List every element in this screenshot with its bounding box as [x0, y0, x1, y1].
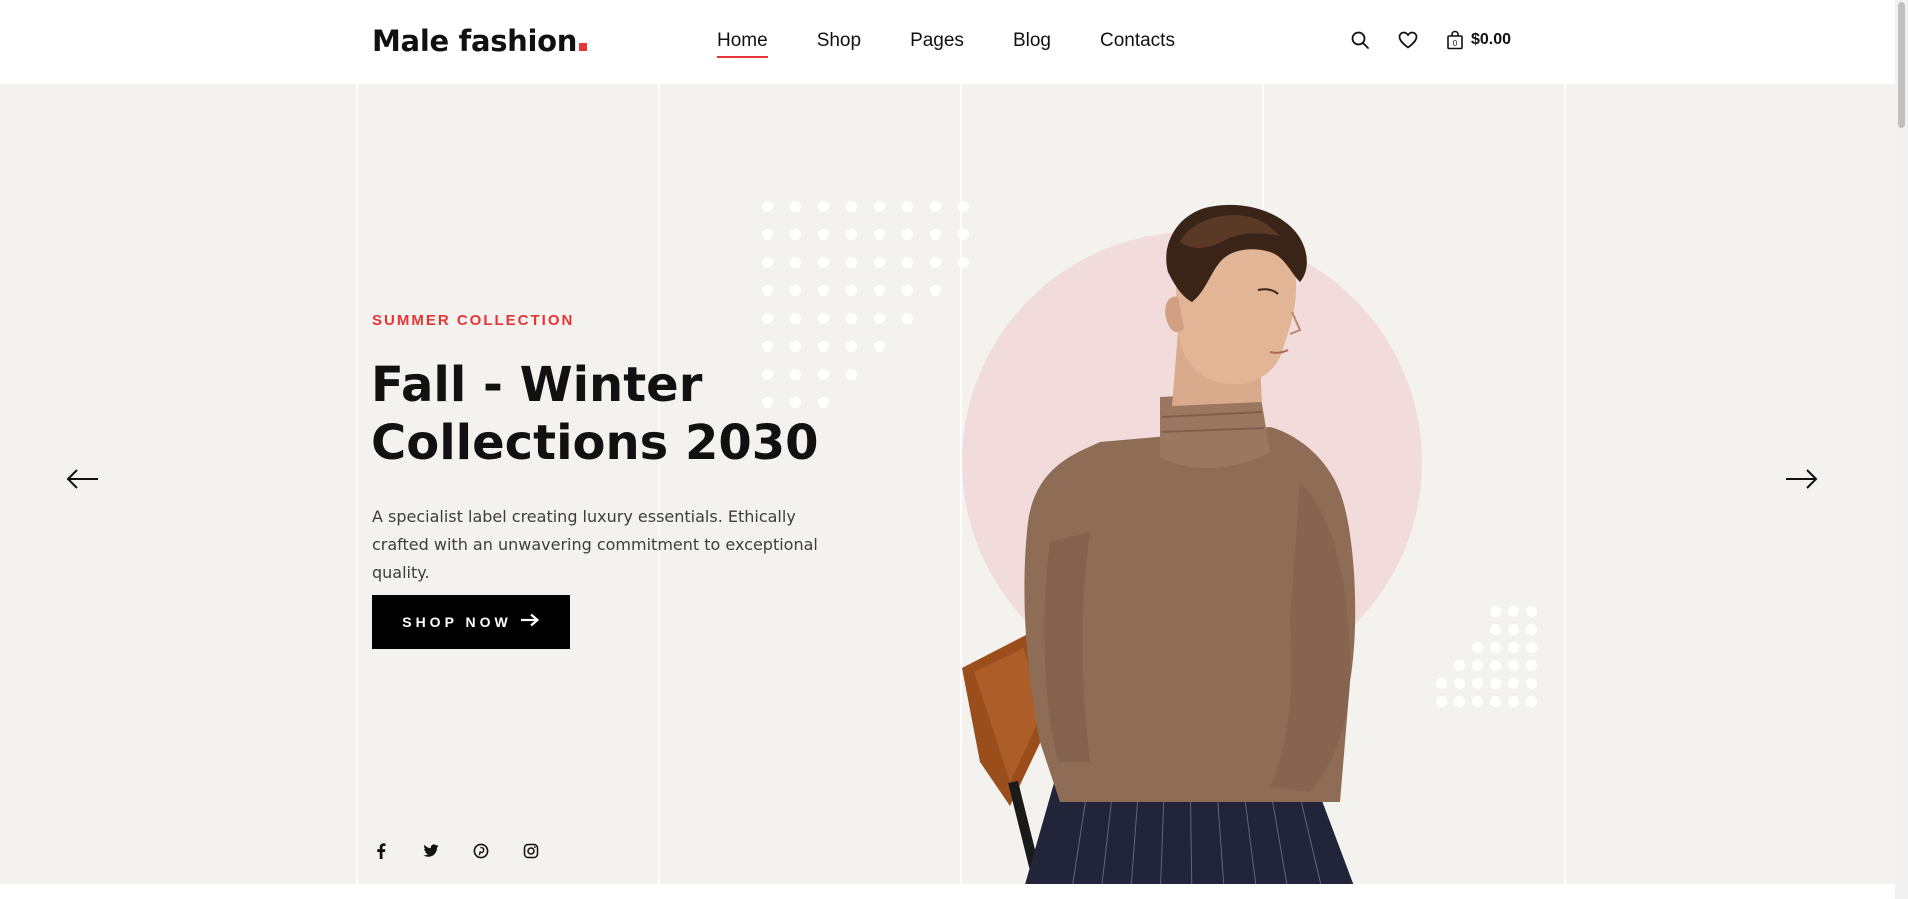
decorative-dot	[902, 285, 913, 296]
grid-line	[1564, 84, 1566, 884]
nav-item-pages[interactable]: Pages	[910, 30, 964, 58]
hero-slider: SUMMER COLLECTION Fall - Winter Collecti…	[0, 84, 1895, 884]
decorative-dot	[902, 229, 913, 240]
decorative-dot	[818, 341, 829, 352]
nav-item-blog[interactable]: Blog	[1013, 30, 1051, 58]
decorative-dot	[762, 201, 773, 212]
decorative-dot	[818, 257, 829, 268]
decorative-dot	[790, 229, 801, 240]
page-scrollbar[interactable]	[1895, 0, 1908, 899]
decorative-dot	[874, 201, 885, 212]
decorative-dot	[818, 201, 829, 212]
decorative-dot	[902, 313, 913, 324]
decorative-dot	[1526, 624, 1537, 635]
decorative-dot	[1526, 606, 1537, 617]
main-nav: Home Shop Pages Blog Contacts	[717, 30, 1224, 58]
decorative-dot	[1526, 660, 1537, 671]
decorative-dot	[874, 285, 885, 296]
nav-item-contacts[interactable]: Contacts	[1100, 30, 1175, 58]
decorative-dot	[818, 313, 829, 324]
instagram-icon[interactable]	[522, 842, 540, 860]
pinterest-icon[interactable]	[472, 842, 490, 860]
header-actions: 0 $0.00	[1349, 29, 1511, 51]
shop-now-label: SHOP NOW	[402, 614, 512, 630]
decorative-dot	[762, 229, 773, 240]
nav-item-shop[interactable]: Shop	[817, 30, 861, 58]
decorative-dot	[790, 201, 801, 212]
grid-line	[356, 84, 358, 884]
slider-next-arrow-icon[interactable]	[1784, 468, 1818, 490]
decorative-dot	[902, 257, 913, 268]
decorative-dot	[846, 229, 857, 240]
svg-text:0: 0	[1453, 39, 1458, 48]
site-header: Male fashion Home Shop Pages Blog Contac…	[0, 0, 1895, 84]
decorative-dot	[790, 313, 801, 324]
decorative-dot	[846, 369, 857, 380]
decorative-dot	[762, 285, 773, 296]
cart-button[interactable]: 0 $0.00	[1444, 29, 1511, 51]
logo-text: Male fashion	[372, 24, 578, 58]
decorative-dot	[874, 229, 885, 240]
decorative-dot	[818, 285, 829, 296]
social-links	[372, 842, 572, 860]
cart-total: $0.00	[1471, 31, 1512, 48]
decorative-dot	[846, 257, 857, 268]
decorative-dot	[874, 313, 885, 324]
scrollbar-thumb[interactable]	[1898, 2, 1905, 128]
arrow-right-icon	[520, 613, 540, 632]
decorative-dot	[762, 257, 773, 268]
decorative-dot	[1526, 642, 1537, 653]
decorative-dot	[790, 285, 801, 296]
decorative-dot	[902, 201, 913, 212]
decorative-dot	[846, 341, 857, 352]
logo[interactable]: Male fashion	[372, 24, 588, 58]
grid-line	[658, 84, 660, 884]
decorative-dot	[1526, 696, 1537, 707]
decorative-dot	[1526, 678, 1537, 689]
shop-now-button[interactable]: SHOP NOW	[372, 595, 570, 649]
bag-icon: 0	[1444, 29, 1466, 51]
decorative-dot	[846, 313, 857, 324]
heart-icon[interactable]	[1397, 29, 1419, 51]
decorative-dot	[846, 285, 857, 296]
decorative-dot	[818, 229, 829, 240]
slider-prev-arrow-icon[interactable]	[66, 468, 100, 490]
hero-model-image	[962, 204, 1356, 884]
hero-description: A specialist label creating luxury essen…	[372, 507, 818, 582]
hero-tag: SUMMER COLLECTION	[372, 312, 575, 329]
search-icon[interactable]	[1349, 29, 1371, 51]
decorative-dot	[846, 201, 857, 212]
decorative-dot	[762, 313, 773, 324]
hero-title: Fall - Winter Collections 2030	[371, 357, 819, 471]
decorative-dot	[790, 257, 801, 268]
decorative-dot	[762, 341, 773, 352]
decorative-dot	[790, 341, 801, 352]
nav-item-home[interactable]: Home	[717, 30, 768, 58]
decorative-dot	[874, 257, 885, 268]
decorative-dot	[874, 341, 885, 352]
twitter-icon[interactable]	[422, 842, 440, 860]
logo-dot	[579, 43, 588, 51]
facebook-icon[interactable]	[372, 842, 390, 860]
